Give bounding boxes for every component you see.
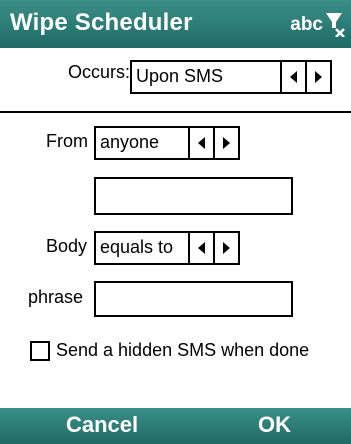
prev-arrow-icon[interactable] xyxy=(282,62,307,92)
body-select[interactable]: equals to xyxy=(94,231,190,265)
next-arrow-icon[interactable] xyxy=(307,62,330,92)
next-arrow-icon[interactable] xyxy=(215,233,238,263)
from-spinner[interactable] xyxy=(188,126,240,160)
hidden-sms-label[interactable]: Send a hidden SMS when done xyxy=(56,340,309,361)
softkey-bar: Cancel OK xyxy=(0,408,351,444)
funnel-icon xyxy=(325,11,345,43)
window-title: Wipe Scheduler xyxy=(10,9,193,36)
occurs-spinner[interactable] xyxy=(280,60,332,94)
from-select[interactable]: anyone xyxy=(94,126,190,160)
occurs-label: Occurs: xyxy=(68,62,131,82)
prev-arrow-icon[interactable] xyxy=(190,128,215,158)
prev-arrow-icon[interactable] xyxy=(190,233,215,263)
phrase-input[interactable] xyxy=(94,281,293,317)
body-label: Body xyxy=(46,236,88,256)
ok-button[interactable]: OK xyxy=(258,412,291,438)
input-mode-indicator[interactable]: abc xyxy=(290,11,345,43)
next-arrow-icon[interactable] xyxy=(215,128,238,158)
cancel-button[interactable]: Cancel xyxy=(66,412,138,438)
hidden-sms-checkbox[interactable] xyxy=(30,341,50,361)
from-address-input[interactable] xyxy=(94,177,293,215)
body-spinner[interactable] xyxy=(188,231,240,265)
from-label: From xyxy=(46,131,88,151)
divider xyxy=(0,111,351,113)
input-mode-label: abc xyxy=(290,14,323,35)
occurs-select[interactable]: Upon SMS xyxy=(130,60,282,94)
title-bar: Wipe Scheduler abc xyxy=(0,0,351,48)
phrase-label: phrase xyxy=(28,287,84,307)
